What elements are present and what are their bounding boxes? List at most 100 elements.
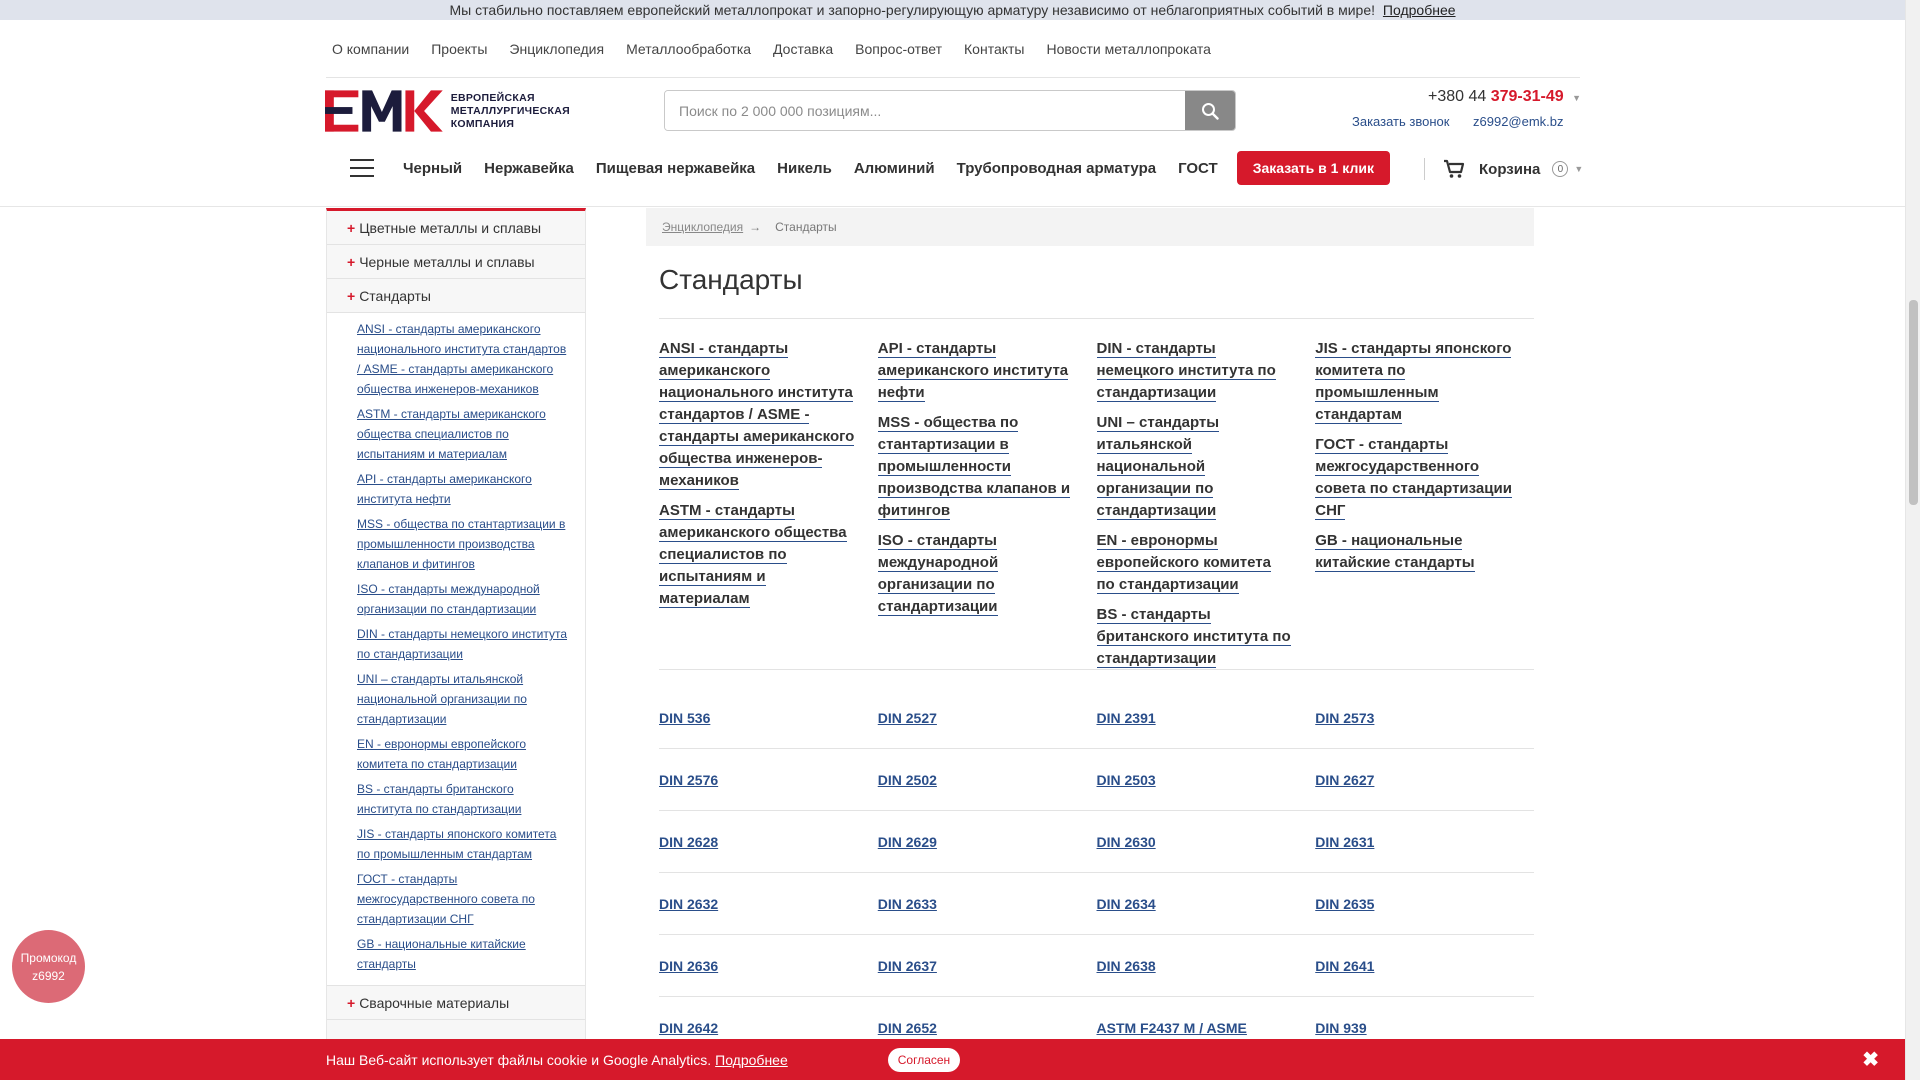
- table-row: DIN 2628 DIN 2629 DIN 2630 DIN 2631: [659, 811, 1534, 873]
- sidebar-section-welding[interactable]: + Сварочные материалы: [327, 986, 585, 1020]
- din-link[interactable]: DIN 2652: [878, 1020, 1097, 1036]
- email-link[interactable]: z6992@emk.bz: [1473, 114, 1564, 129]
- din-link[interactable]: DIN 2503: [1097, 772, 1316, 788]
- category-gost[interactable]: ГОСТ: [1178, 160, 1218, 177]
- din-link[interactable]: DIN 2642: [659, 1020, 878, 1036]
- sidebar-link-astm[interactable]: ASTM - стандарты американского общества …: [357, 404, 569, 464]
- din-link[interactable]: DIN 2638: [1097, 958, 1316, 974]
- sidebar-link-en[interactable]: EN - евронормы европейского комитета по …: [357, 734, 569, 774]
- section-divider: [659, 669, 1534, 670]
- standard-link-iso[interactable]: ISO - стандарты международной организаци…: [877, 530, 1075, 618]
- sidebar-link-mss[interactable]: MSS - общества по стантартизации в промы…: [357, 514, 569, 574]
- category-aluminum[interactable]: Алюминий: [854, 160, 935, 177]
- standard-link-bs[interactable]: BS - стандарты британского института по …: [1096, 604, 1294, 670]
- category-pipeline-valves[interactable]: Трубопроводная арматура: [957, 160, 1156, 177]
- standard-link-gb[interactable]: GB - национальные китайские стандарты: [1315, 530, 1512, 574]
- standards-column: DIN - стандарты немецкого института по с…: [1096, 338, 1316, 678]
- standards-column: API - стандарты американского института …: [877, 338, 1097, 678]
- standard-link-mss[interactable]: MSS - общества по стантартизации в промы…: [877, 412, 1075, 522]
- menu-icon[interactable]: [350, 159, 374, 177]
- header-divider: [0, 206, 1905, 207]
- search-input[interactable]: [665, 91, 1185, 130]
- din-link[interactable]: ASTM F2437 M / ASME: [1097, 1020, 1316, 1036]
- cookie-more-link[interactable]: Подробнее: [715, 1052, 788, 1068]
- sidebar-section-standards[interactable]: + Стандарты: [327, 279, 585, 313]
- din-link[interactable]: DIN 2633: [878, 896, 1097, 912]
- standard-link-ansi[interactable]: ANSI - стандарты американского националь…: [659, 338, 856, 492]
- din-standards-grid: DIN 536 DIN 2527 DIN 2391 DIN 2573 DIN 2…: [659, 687, 1534, 1059]
- one-click-order-button[interactable]: Заказать в 1 клик: [1236, 151, 1390, 185]
- notice-more-link[interactable]: Подробнее: [1383, 2, 1456, 18]
- standard-link-jis[interactable]: JIS - стандарты японского комитета по пр…: [1315, 338, 1512, 426]
- cookie-agree-button[interactable]: Согласен: [887, 1047, 961, 1072]
- nav-link-contacts[interactable]: Контакты: [964, 41, 1024, 57]
- page-title: Стандарты: [659, 264, 803, 295]
- plus-icon: +: [347, 287, 356, 304]
- standard-link-api[interactable]: API - стандарты американского института …: [877, 338, 1075, 404]
- nav-link-metalworking[interactable]: Металлообработка: [626, 41, 751, 57]
- promo-code-badge[interactable]: Промокод z6992: [12, 930, 85, 1003]
- breadcrumb-link-encyclopedia[interactable]: Энциклопедия: [662, 220, 743, 234]
- din-link[interactable]: DIN 2631: [1315, 834, 1534, 850]
- din-link[interactable]: DIN 2635: [1315, 896, 1534, 912]
- sidebar-link-jis[interactable]: JIS - стандарты японского комитета по пр…: [357, 824, 569, 864]
- sidebar-link-iso[interactable]: ISO - стандарты международной организаци…: [357, 579, 569, 619]
- callback-link[interactable]: Заказать звонок: [1352, 114, 1449, 129]
- chevron-down-icon: ▼: [1574, 164, 1584, 174]
- standard-link-en[interactable]: EN - евронормы европейского комитета по …: [1096, 530, 1294, 596]
- din-link[interactable]: DIN 2630: [1097, 834, 1316, 850]
- nav-link-delivery[interactable]: Доставка: [773, 41, 833, 57]
- plus-icon: +: [347, 994, 356, 1011]
- din-link[interactable]: DIN 536: [659, 710, 878, 726]
- vertical-scrollbar[interactable]: [1905, 0, 1920, 1080]
- sidebar-link-uni[interactable]: UNI – стандарты итальянской национальной…: [357, 669, 569, 729]
- standard-link-astm[interactable]: ASTM - стандарты американского общества …: [659, 500, 856, 610]
- din-link[interactable]: DIN 2628: [659, 834, 878, 850]
- search-icon: [1202, 102, 1219, 120]
- din-link[interactable]: DIN 2641: [1315, 958, 1534, 974]
- standards-column: ANSI - стандарты американского националь…: [659, 338, 878, 678]
- phone-number[interactable]: +380 44 379-31-49 ▼: [1428, 88, 1581, 106]
- nav-link-news[interactable]: Новости металлопроката: [1047, 41, 1211, 57]
- sidebar-link-gb[interactable]: GB - национальные китайские стандарты: [357, 934, 569, 974]
- nav-link-encyclopedia[interactable]: Энциклопедия: [509, 41, 604, 57]
- category-stainless[interactable]: Нержавейка: [484, 160, 574, 177]
- din-link[interactable]: DIN 939: [1315, 1020, 1534, 1036]
- sidebar-section-ferrous[interactable]: + Черные металлы и сплавы: [327, 245, 585, 279]
- nav-link-projects[interactable]: Проекты: [431, 41, 487, 57]
- sidebar-section-nonferrous[interactable]: + Цветные металлы и сплавы: [327, 211, 585, 245]
- sidebar-link-gost[interactable]: ГОСТ - стандарты межгосударственного сов…: [357, 869, 569, 929]
- standard-link-din[interactable]: DIN - стандарты немецкого института по с…: [1096, 338, 1294, 404]
- din-link[interactable]: DIN 2573: [1315, 710, 1534, 726]
- din-link[interactable]: DIN 2637: [878, 958, 1097, 974]
- din-link[interactable]: DIN 2527: [878, 710, 1097, 726]
- top-navigation: О компании Проекты Энциклопедия Металлоо…: [326, 21, 1580, 78]
- category-nickel[interactable]: Никель: [777, 160, 832, 177]
- nav-link-about[interactable]: О компании: [332, 41, 409, 57]
- scrollbar-thumb[interactable]: [1909, 300, 1918, 505]
- nav-link-faq[interactable]: Вопрос-ответ: [855, 41, 942, 57]
- category-black[interactable]: Черный: [403, 160, 462, 177]
- sidebar-link-api[interactable]: API - стандарты американского института …: [357, 469, 569, 509]
- standard-link-uni[interactable]: UNI – стандарты итальянской национальной…: [1096, 412, 1294, 522]
- category-food-stainless[interactable]: Пищевая нержавейка: [596, 160, 755, 177]
- din-link[interactable]: DIN 2629: [878, 834, 1097, 850]
- din-link[interactable]: DIN 2502: [878, 772, 1097, 788]
- cart-button[interactable]: Корзина 0 ▼: [1424, 158, 1583, 180]
- cart-icon: [1444, 159, 1465, 178]
- close-icon[interactable]: ✖: [1862, 1047, 1879, 1072]
- company-logo[interactable]: ЕВРОПЕЙСКАЯ МЕТАЛЛУРГИЧЕСКАЯ КОМПАНИЯ: [325, 90, 570, 132]
- cookie-message: Наш Веб-сайт использует файлы cookie и G…: [326, 1051, 712, 1068]
- din-link[interactable]: DIN 2632: [659, 896, 878, 912]
- standard-link-gost[interactable]: ГОСТ - стандарты межгосударственного сов…: [1315, 434, 1512, 522]
- din-link[interactable]: DIN 2576: [659, 772, 878, 788]
- cookie-consent-bar: Наш Веб-сайт использует файлы cookie и G…: [0, 1039, 1905, 1080]
- search-button[interactable]: [1185, 91, 1235, 130]
- sidebar-link-din[interactable]: DIN - стандарты немецкого института по с…: [357, 624, 569, 664]
- din-link[interactable]: DIN 2634: [1097, 896, 1316, 912]
- din-link[interactable]: DIN 2391: [1097, 710, 1316, 726]
- din-link[interactable]: DIN 2636: [659, 958, 878, 974]
- sidebar-link-ansi[interactable]: ANSI - стандарты американского националь…: [357, 319, 569, 399]
- din-link[interactable]: DIN 2627: [1315, 772, 1534, 788]
- sidebar-link-bs[interactable]: BS - стандарты британского института по …: [357, 779, 569, 819]
